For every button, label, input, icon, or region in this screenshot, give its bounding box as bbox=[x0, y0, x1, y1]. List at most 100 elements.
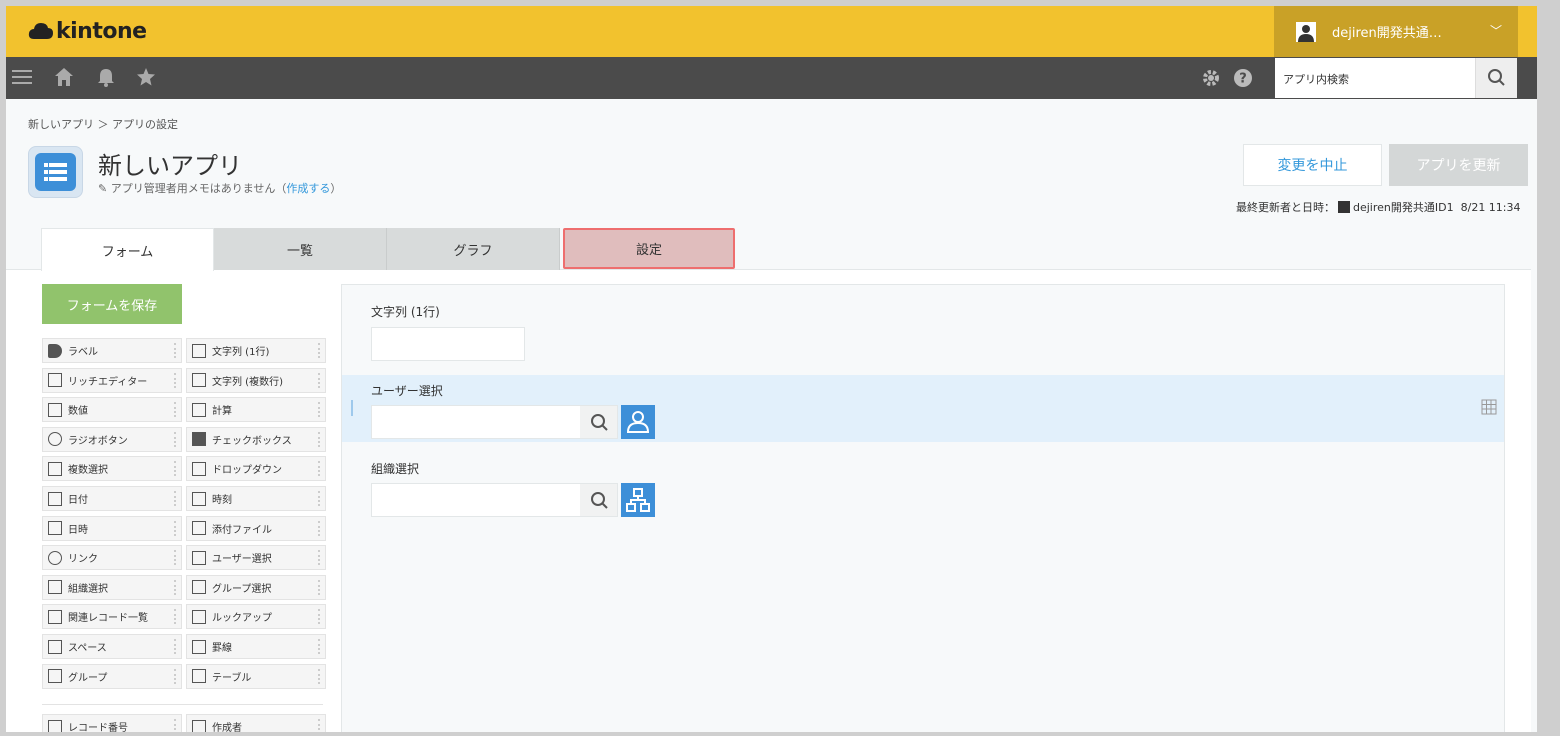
tab-graph[interactable]: グラフ bbox=[387, 228, 560, 270]
palette-item-label: 関連レコード一覧 bbox=[68, 613, 148, 625]
app-search: アプリ内検索 bbox=[1274, 57, 1518, 99]
palette-item[interactable]: レコード番号 bbox=[42, 714, 182, 732]
help-icon[interactable]: ? bbox=[1233, 68, 1253, 88]
calendar-icon bbox=[48, 491, 62, 506]
app-frame: kintone dejiren開発共通… ﹀ ? アプリ内検索 新しいアプリ ＞… bbox=[6, 6, 1537, 732]
drag-grip-icon bbox=[318, 520, 321, 536]
group-icon bbox=[192, 580, 206, 595]
person-icon bbox=[192, 719, 206, 732]
palette-item-label: ラジオボタン bbox=[68, 435, 128, 447]
save-form-button[interactable]: フォームを保存 bbox=[42, 284, 182, 324]
palette-item[interactable]: テーブル bbox=[186, 663, 326, 689]
field-label-org: 組織選択 bbox=[371, 462, 420, 476]
palette-item[interactable]: 関連レコード一覧 bbox=[42, 604, 182, 630]
palette-item-label: 数値 bbox=[68, 406, 88, 418]
text1-input[interactable] bbox=[371, 327, 525, 361]
palette-item[interactable]: グループ選択 bbox=[186, 574, 326, 600]
org-picker-button[interactable] bbox=[621, 483, 655, 517]
star-icon[interactable] bbox=[136, 66, 156, 88]
search-icon bbox=[1488, 69, 1505, 86]
palette-item-label: リンク bbox=[68, 554, 98, 566]
palette-item[interactable]: 罫線 bbox=[186, 634, 326, 659]
user-search-button[interactable] bbox=[580, 405, 618, 439]
palette-item[interactable]: 数値 bbox=[42, 397, 182, 423]
palette-item[interactable]: グループ bbox=[42, 663, 182, 689]
org-select-input[interactable] bbox=[371, 483, 581, 517]
last-modified-user[interactable]: dejiren開発共通ID1 bbox=[1353, 201, 1454, 214]
palette-item-label: ルックアップ bbox=[212, 613, 272, 625]
tag-icon bbox=[48, 343, 62, 358]
palette-item[interactable]: チェックボックス bbox=[186, 426, 326, 452]
drag-handle[interactable] bbox=[351, 400, 353, 416]
drag-grip-icon bbox=[318, 372, 321, 388]
tab-form[interactable]: フォーム bbox=[41, 228, 214, 271]
palette-item-label: 作成者 bbox=[212, 723, 242, 732]
palette-item-label: 文字列 (複数行) bbox=[212, 376, 283, 388]
palette-item-label: リッチエディター bbox=[68, 376, 148, 388]
search-input[interactable]: アプリ内検索 bbox=[1283, 71, 1349, 87]
palette-item[interactable]: リンク bbox=[42, 545, 182, 571]
chevron-down-icon: ﹀ bbox=[1489, 24, 1502, 38]
org-icon bbox=[48, 580, 62, 595]
number-icon bbox=[48, 402, 62, 417]
kintone-logo[interactable]: kintone bbox=[28, 17, 147, 45]
last-modified-time: 8/21 11:34 bbox=[1460, 201, 1521, 214]
drag-grip-icon bbox=[174, 550, 177, 566]
palette-item-label: 複数選択 bbox=[68, 465, 108, 477]
home-icon[interactable] bbox=[54, 66, 74, 88]
palette-item[interactable]: ユーザー選択 bbox=[186, 545, 326, 571]
tab-list[interactable]: 一覧 bbox=[214, 228, 387, 270]
checkbox-icon bbox=[192, 432, 206, 447]
tab-settings[interactable]: 設定 bbox=[563, 228, 735, 269]
palette-item[interactable]: スペース bbox=[42, 634, 182, 659]
palette-item[interactable]: 日付 bbox=[42, 486, 182, 511]
org-search-button[interactable] bbox=[580, 483, 618, 517]
user-picker-button[interactable] bbox=[621, 405, 655, 439]
logo-cloud-icon bbox=[28, 23, 53, 39]
palette-item[interactable]: 作成者 bbox=[186, 714, 326, 732]
palette-item-label: 日付 bbox=[68, 495, 88, 506]
breadcrumb[interactable]: 新しいアプリ ＞ アプリの設定 bbox=[28, 116, 178, 132]
palette-item[interactable]: 時刻 bbox=[186, 486, 326, 511]
clock-icon bbox=[192, 491, 206, 506]
cancel-changes-button[interactable]: 変更を中止 bbox=[1243, 144, 1382, 186]
drag-grip-icon bbox=[318, 491, 321, 506]
list-app-icon bbox=[44, 163, 67, 181]
drag-grip-icon bbox=[318, 668, 321, 684]
last-modified: 最終更新者と日時： dejiren開発共通ID1 8/21 11:34 bbox=[1236, 201, 1521, 214]
group-icon bbox=[48, 669, 62, 684]
palette-item[interactable]: 組織選択 bbox=[42, 574, 182, 600]
memo-icon: ✎ bbox=[98, 182, 111, 195]
multi-select-icon bbox=[48, 461, 62, 476]
palette-item[interactable]: 添付ファイル bbox=[186, 515, 326, 541]
drag-grip-icon bbox=[174, 719, 177, 732]
update-app-button[interactable]: アプリを更新 bbox=[1389, 144, 1528, 186]
paperclip-icon bbox=[192, 521, 206, 536]
palette-item-label: 添付ファイル bbox=[212, 524, 272, 536]
bell-icon[interactable] bbox=[96, 66, 116, 88]
search-button[interactable] bbox=[1475, 58, 1517, 98]
palette-item[interactable]: リッチエディター bbox=[42, 367, 182, 393]
palette-item[interactable]: ラベル bbox=[42, 338, 182, 363]
palette-item[interactable]: 複数選択 bbox=[42, 456, 182, 482]
palette-item[interactable]: ルックアップ bbox=[186, 604, 326, 630]
palette-item[interactable]: 文字列 (複数行) bbox=[186, 367, 326, 393]
related-records-icon bbox=[48, 609, 62, 624]
palette-item[interactable]: 計算 bbox=[186, 397, 326, 423]
palette-item-label: ユーザー選択 bbox=[212, 554, 272, 566]
drag-grip-icon bbox=[318, 402, 321, 418]
palette-item[interactable]: 文字列 (1行) bbox=[186, 338, 326, 363]
palette-item[interactable]: ラジオボタン bbox=[42, 426, 182, 452]
logo-text: kintone bbox=[56, 18, 147, 44]
drag-grip-icon bbox=[318, 461, 321, 477]
palette-item-label: 計算 bbox=[212, 406, 232, 418]
create-memo-link[interactable]: 作成する bbox=[286, 182, 330, 195]
user-select-input[interactable] bbox=[371, 405, 581, 439]
gear-icon[interactable] bbox=[1201, 68, 1221, 88]
user-menu[interactable]: dejiren開発共通… ﹀ bbox=[1274, 6, 1518, 57]
table-grid-icon[interactable] bbox=[1481, 399, 1497, 415]
drag-grip-icon bbox=[174, 639, 177, 654]
menu-icon[interactable] bbox=[12, 66, 32, 88]
palette-item[interactable]: 日時 bbox=[42, 515, 182, 541]
palette-item[interactable]: ドロップダウン bbox=[186, 456, 326, 482]
